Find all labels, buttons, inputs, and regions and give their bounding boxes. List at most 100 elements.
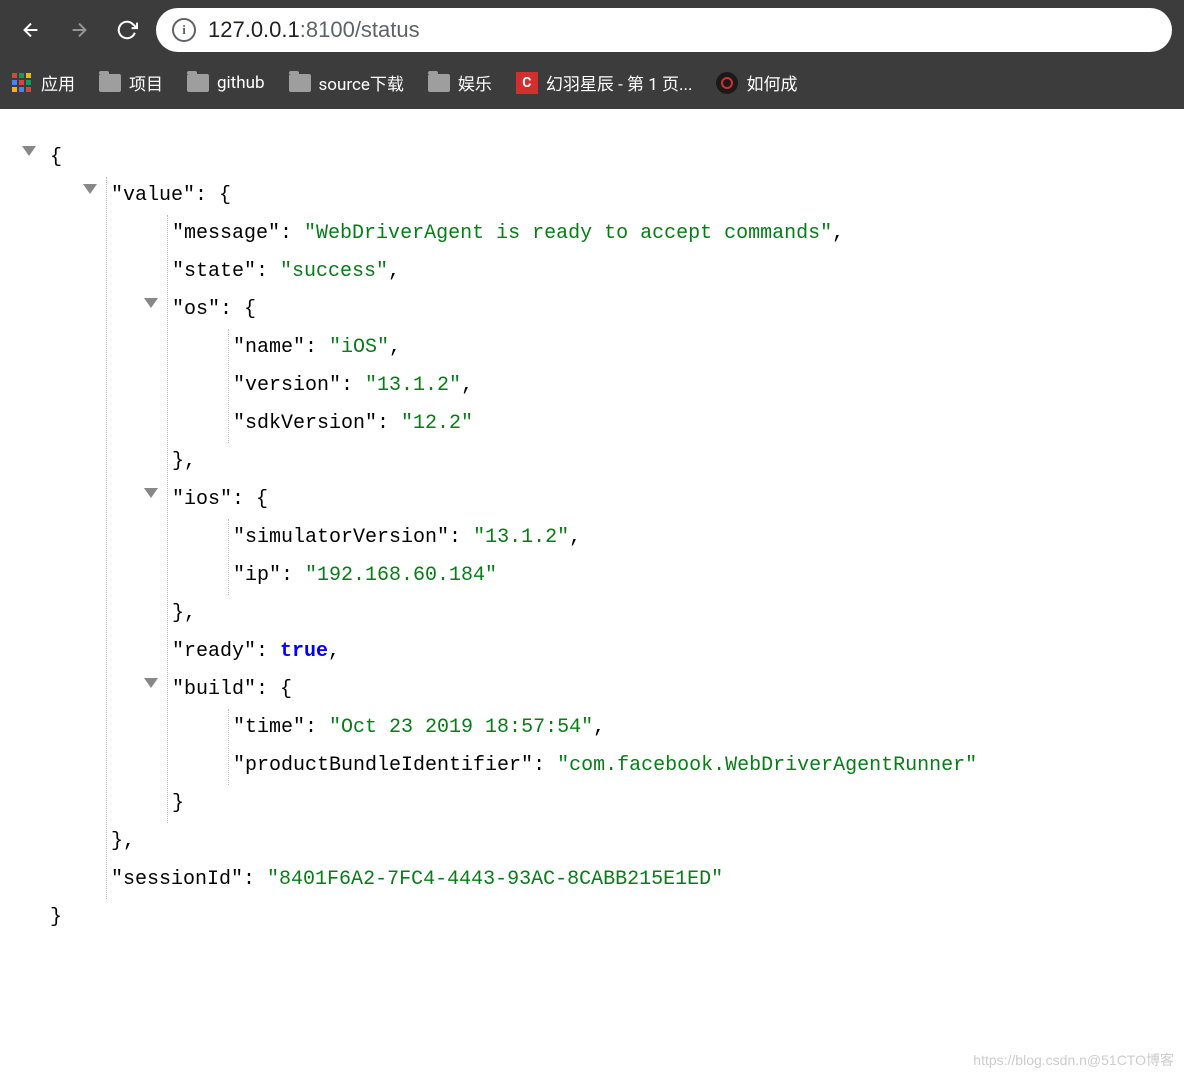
- collapse-toggle-icon[interactable]: [83, 184, 97, 194]
- json-val-session: "8401F6A2-7FC4-4443-93AC-8CABB215E1ED": [267, 868, 723, 891]
- bookmark-label: 幻羽星辰 - 第 1 页...: [546, 70, 693, 95]
- json-brace: }: [172, 602, 184, 625]
- url-text: 127.0.0.1:8100/status: [208, 17, 420, 43]
- json-comma: ,: [184, 450, 196, 473]
- bookmark-label: 娱乐: [458, 70, 492, 95]
- address-bar[interactable]: i 127.0.0.1:8100/status: [156, 8, 1172, 52]
- json-key-os-version: "version": [233, 374, 341, 397]
- json-brace: }: [50, 906, 62, 929]
- json-comma: ,: [184, 602, 196, 625]
- json-val-ios-ip: "192.168.60.184": [305, 564, 497, 587]
- json-val-os-version: "13.1.2": [365, 374, 461, 397]
- json-colon: :: [195, 184, 219, 207]
- json-colon: :: [220, 298, 244, 321]
- apps-label: 应用: [41, 70, 75, 95]
- back-button[interactable]: [12, 11, 50, 49]
- bookmark-label: 如何成: [746, 70, 797, 95]
- json-key-build-pbi: "productBundleIdentifier": [233, 754, 533, 777]
- json-brace: {: [244, 298, 256, 321]
- json-key-build: "build": [172, 678, 256, 701]
- apps-icon: [12, 73, 31, 92]
- collapse-toggle-icon[interactable]: [22, 146, 36, 156]
- folder-icon: [99, 74, 121, 92]
- json-brace: {: [280, 678, 292, 701]
- json-brace: {: [256, 488, 268, 511]
- json-key-ios-ip: "ip": [233, 564, 281, 587]
- json-comma: ,: [328, 640, 340, 663]
- json-val-build-time: "Oct 23 2019 18:57:54": [329, 716, 593, 739]
- json-key-os: "os": [172, 298, 220, 321]
- watermark-text: https://blog.csdn.n@51CTO博客: [973, 1050, 1174, 1070]
- json-colon: :: [256, 260, 280, 283]
- json-colon: :: [341, 374, 365, 397]
- folder-icon: [289, 74, 311, 92]
- json-val-ios-sim: "13.1.2": [473, 526, 569, 549]
- json-colon: :: [305, 336, 329, 359]
- bookmark-bar: 应用 项目 github source下载 娱乐 C 幻羽星辰 - 第 1 页.…: [0, 60, 1184, 109]
- bookmark-label: github: [217, 73, 265, 93]
- url-port: :8100: [300, 17, 355, 42]
- json-brace: }: [111, 830, 123, 853]
- json-key-ios-sim: "simulatorVersion": [233, 526, 449, 549]
- json-brace: {: [219, 184, 231, 207]
- json-comma: ,: [461, 374, 473, 397]
- json-brace: }: [172, 450, 184, 473]
- json-colon: :: [243, 868, 267, 891]
- bookmark-folder-github[interactable]: github: [187, 73, 265, 93]
- json-colon: :: [305, 716, 329, 739]
- json-key-ios: "ios": [172, 488, 232, 511]
- json-viewer: { "value": { "message": "WebDriverAgent …: [0, 109, 1184, 957]
- url-path: /status: [355, 17, 420, 42]
- json-comma: ,: [388, 260, 400, 283]
- json-val-build-pbi: "com.facebook.WebDriverAgentRunner": [557, 754, 977, 777]
- bookmark-item-howto[interactable]: 如何成: [716, 70, 797, 95]
- json-key-message: "message": [172, 222, 280, 245]
- json-val-os-sdk: "12.2": [401, 412, 473, 435]
- json-key-build-time: "time": [233, 716, 305, 739]
- json-key-value: "value": [111, 184, 195, 207]
- json-key-os-sdk: "sdkVersion": [233, 412, 377, 435]
- json-colon: :: [449, 526, 473, 549]
- json-colon: :: [256, 640, 280, 663]
- json-val-message: "WebDriverAgent is ready to accept comma…: [304, 222, 832, 245]
- folder-icon: [187, 74, 209, 92]
- favicon-icon: C: [516, 72, 538, 94]
- json-key-os-name: "name": [233, 336, 305, 359]
- json-comma: ,: [389, 336, 401, 359]
- json-val-os-name: "iOS": [329, 336, 389, 359]
- bookmark-label: 项目: [129, 70, 163, 95]
- json-comma: ,: [123, 830, 135, 853]
- json-colon: :: [533, 754, 557, 777]
- bookmark-folder-projects[interactable]: 项目: [99, 70, 163, 95]
- json-key-ready: "ready": [172, 640, 256, 663]
- json-key-session: "sessionId": [111, 868, 243, 891]
- json-comma: ,: [832, 222, 844, 245]
- json-colon: :: [256, 678, 280, 701]
- json-val-state: "success": [280, 260, 388, 283]
- bookmark-folder-source[interactable]: source下载: [289, 70, 404, 95]
- folder-icon: [428, 74, 450, 92]
- json-key-state: "state": [172, 260, 256, 283]
- url-host: 127.0.0.1: [208, 17, 300, 42]
- json-colon: :: [377, 412, 401, 435]
- json-brace: {: [50, 146, 62, 169]
- json-comma: ,: [593, 716, 605, 739]
- bookmark-folder-entertainment[interactable]: 娱乐: [428, 70, 492, 95]
- json-val-ready: true: [280, 640, 328, 663]
- json-colon: :: [281, 564, 305, 587]
- site-info-icon[interactable]: i: [172, 18, 196, 42]
- favicon-icon: [716, 72, 738, 94]
- json-brace: }: [172, 792, 184, 815]
- bookmark-item-huanyu[interactable]: C 幻羽星辰 - 第 1 页...: [516, 70, 693, 95]
- forward-button[interactable]: [60, 11, 98, 49]
- json-colon: :: [280, 222, 304, 245]
- json-comma: ,: [569, 526, 581, 549]
- reload-button[interactable]: [108, 11, 146, 49]
- browser-toolbar: i 127.0.0.1:8100/status: [0, 0, 1184, 60]
- collapse-toggle-icon[interactable]: [144, 488, 158, 498]
- json-colon: :: [232, 488, 256, 511]
- collapse-toggle-icon[interactable]: [144, 298, 158, 308]
- collapse-toggle-icon[interactable]: [144, 678, 158, 688]
- bookmark-label: source下载: [319, 70, 404, 95]
- apps-button[interactable]: 应用: [12, 70, 75, 95]
